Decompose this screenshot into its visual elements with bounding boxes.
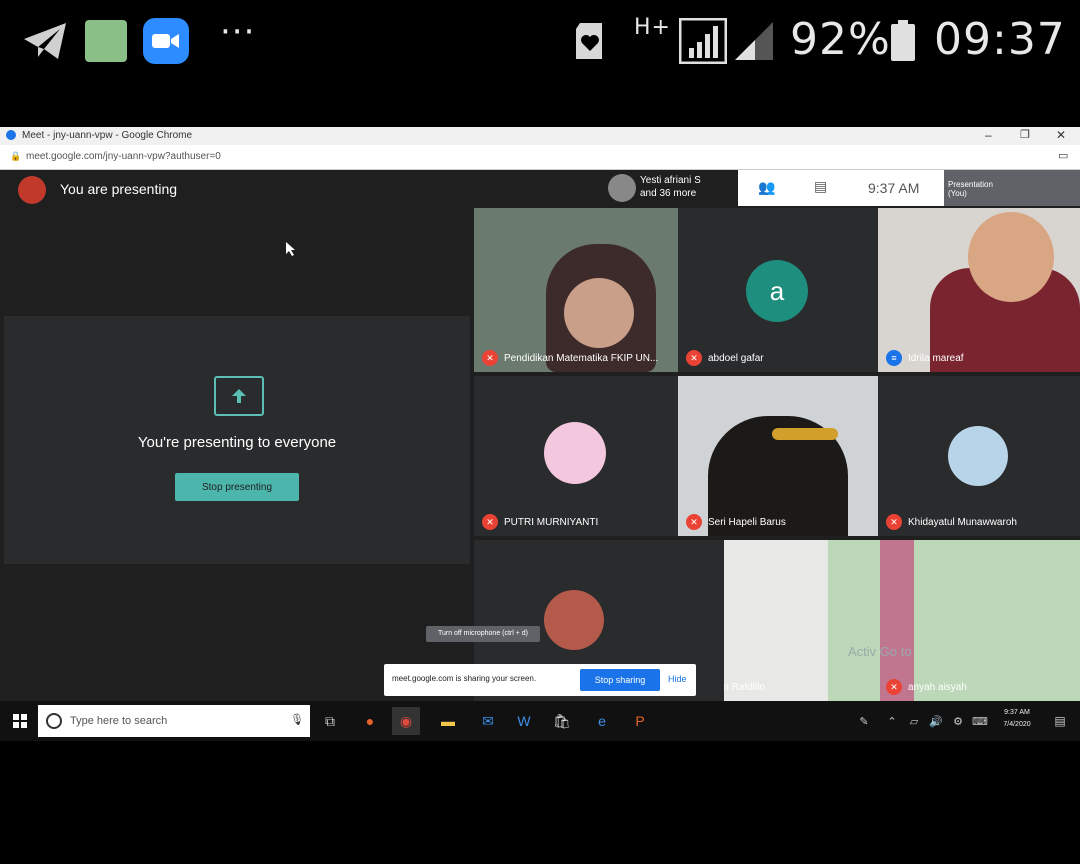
headband bbox=[772, 428, 838, 440]
taskbar-clock: 9:37 AM 7/4/2020 bbox=[992, 707, 1042, 731]
task-view-icon[interactable]: ⧉ bbox=[316, 707, 344, 735]
present-screen-icon bbox=[214, 376, 264, 416]
participant-tile[interactable]: a ✕ abdoel gafar bbox=[678, 208, 878, 372]
participant-name: Pendidikan Matematika FKIP UN... bbox=[504, 353, 659, 364]
participant-name: Idrila mareaf bbox=[908, 353, 964, 364]
mic-off-icon: ✕ bbox=[886, 514, 902, 530]
phone-status-bar: ··· H+ 92% 09:37 bbox=[0, 0, 1080, 100]
store-icon[interactable]: 🛍 bbox=[548, 707, 576, 735]
sharing-banner: meet.google.com is sharing your screen. … bbox=[384, 664, 696, 696]
participant-avatar: a bbox=[746, 260, 808, 322]
presenter-avatar bbox=[18, 176, 46, 204]
windows-start-icon[interactable] bbox=[6, 707, 34, 735]
self-view-tile: Presentation (You) bbox=[944, 170, 1080, 206]
taskbar-date: 7/4/2020 bbox=[1003, 721, 1031, 728]
powerpoint-icon[interactable]: P bbox=[626, 707, 654, 735]
phone-clock: 09:37 bbox=[934, 14, 1066, 65]
sharing-banner-text: meet.google.com is sharing your screen. bbox=[392, 674, 537, 683]
presenting-title: You're presenting to everyone bbox=[137, 434, 337, 451]
chrome-taskbar-icon[interactable]: ◉ bbox=[392, 707, 420, 735]
participant-name: Fikri Rafdillo bbox=[724, 682, 766, 693]
microphone-icon[interactable]: 🎙 bbox=[290, 713, 304, 726]
maximize-icon[interactable]: ❐ bbox=[1020, 128, 1030, 141]
speaking-icon: ≡ bbox=[886, 350, 902, 366]
participant-name: Seri Hapeli Barus bbox=[708, 517, 786, 528]
participant-name: abdoel gafar bbox=[708, 353, 764, 364]
participant-face bbox=[564, 278, 634, 348]
mail-icon[interactable]: ✉ bbox=[474, 707, 502, 735]
presenting-label: You are presenting bbox=[60, 181, 178, 197]
lock-icon: 🔒 bbox=[10, 151, 22, 161]
participants-summary[interactable]: Yesti afriani S and 36 more bbox=[640, 174, 720, 200]
participant-tile[interactable]: Activ Go to ✕ anyah aisyah bbox=[828, 540, 1080, 701]
signal-2-icon bbox=[732, 18, 776, 64]
hide-button[interactable]: Hide bbox=[668, 674, 687, 684]
participant-avatar bbox=[544, 590, 604, 650]
keyboard-icon[interactable]: ⌨ bbox=[966, 707, 994, 735]
participant-name: anyah aisyah bbox=[908, 682, 967, 693]
network-type: H+ bbox=[634, 15, 671, 40]
app-icon bbox=[84, 18, 128, 64]
mic-off-icon: ✕ bbox=[482, 350, 498, 366]
meet-toolbar: 👥 ▤ 9:37 AM bbox=[738, 170, 944, 206]
battery-icon bbox=[888, 18, 918, 64]
participant-name: PUTRI MURNIYANTI bbox=[504, 517, 599, 528]
signal-1-icon bbox=[678, 18, 728, 64]
mouse-cursor-icon bbox=[286, 242, 296, 261]
participant-face bbox=[968, 212, 1054, 302]
minimize-icon[interactable]: – bbox=[985, 128, 992, 142]
more-notifications-icon: ··· bbox=[220, 12, 256, 52]
windows-taskbar: Type here to search 🎙 ⧉ ● ◉ ▬ ✉ W 🛍 e P … bbox=[0, 701, 1080, 741]
chrome-window: Meet - jny-uann-vpw - Google Chrome – ❐ … bbox=[0, 127, 1080, 701]
cast-icon[interactable]: ▭ bbox=[1058, 149, 1068, 162]
address-bar[interactable]: 🔒 meet.google.com/jny-uann-vpw?authuser=… bbox=[0, 145, 1080, 170]
telegram-icon bbox=[20, 18, 70, 64]
window-titlebar: Meet - jny-uann-vpw - Google Chrome – ❐ … bbox=[0, 127, 1080, 145]
mute-tooltip: Turn off microphone (ctrl + d) bbox=[426, 626, 540, 642]
sd-card-heart-icon bbox=[570, 18, 610, 64]
activate-windows-watermark: Activ Go to bbox=[848, 644, 912, 659]
participant-tile[interactable]: Fikri Rafdillo bbox=[724, 540, 828, 701]
stop-sharing-button[interactable]: Stop sharing bbox=[580, 669, 660, 691]
participant-avatar bbox=[544, 422, 606, 484]
participant-tile[interactable]: ✕ PUTRI MURNIYANTI bbox=[474, 376, 678, 536]
taskbar-search-box[interactable]: Type here to search 🎙 bbox=[38, 705, 310, 737]
mic-off-icon: ✕ bbox=[686, 514, 702, 530]
taskbar-time: 9:37 AM bbox=[1004, 709, 1030, 716]
window-title: Meet - jny-uann-vpw - Google Chrome bbox=[22, 130, 193, 141]
self-view-label: Presentation (You) bbox=[948, 180, 993, 198]
chrome-favicon-icon bbox=[6, 130, 16, 140]
notifications-icon[interactable]: ▤ bbox=[1046, 707, 1074, 735]
meet-clock: 9:37 AM bbox=[868, 180, 920, 196]
zoom-icon bbox=[142, 18, 190, 64]
firefox-icon[interactable]: ● bbox=[356, 707, 384, 735]
participant-name: Khidayatul Munawwaroh bbox=[908, 517, 1017, 528]
participant-tile[interactable]: ✕ Seri Hapeli Barus bbox=[678, 376, 878, 536]
meet-area: You are presenting Yesti afriani S and 3… bbox=[0, 170, 1080, 701]
word-icon[interactable]: W bbox=[510, 707, 538, 735]
file-explorer-icon[interactable]: ▬ bbox=[434, 707, 462, 735]
people-icon[interactable]: 👥 bbox=[758, 179, 775, 196]
participant-avatar-small bbox=[608, 174, 636, 202]
mic-off-icon: ✕ bbox=[482, 514, 498, 530]
close-icon[interactable]: ✕ bbox=[1056, 128, 1066, 142]
battery-percentage: 92% bbox=[790, 14, 891, 65]
participant-tile[interactable]: ✕ Khidayatul Munawwaroh bbox=[878, 376, 1080, 536]
url-text: meet.google.com/jny-uann-vpw?authuser=0 bbox=[26, 151, 221, 162]
edge-icon[interactable]: e bbox=[588, 707, 616, 735]
search-placeholder: Type here to search bbox=[70, 715, 168, 727]
cortana-icon bbox=[46, 713, 62, 729]
participant-avatar bbox=[948, 426, 1008, 486]
presenting-card: You're presenting to everyone Stop prese… bbox=[4, 316, 470, 564]
chat-icon[interactable]: ▤ bbox=[814, 178, 827, 195]
mic-off-icon: ✕ bbox=[886, 679, 902, 695]
mic-off-icon: ✕ bbox=[686, 350, 702, 366]
stop-presenting-button[interactable]: Stop presenting bbox=[175, 473, 299, 501]
participant-tile[interactable]: ≡ Idrila mareaf bbox=[878, 208, 1080, 372]
participant-video bbox=[880, 540, 914, 701]
participant-tile[interactable]: ✕ Pendidikan Matematika FKIP UN... bbox=[474, 208, 678, 372]
pen-icon[interactable]: ✎ bbox=[850, 707, 878, 735]
